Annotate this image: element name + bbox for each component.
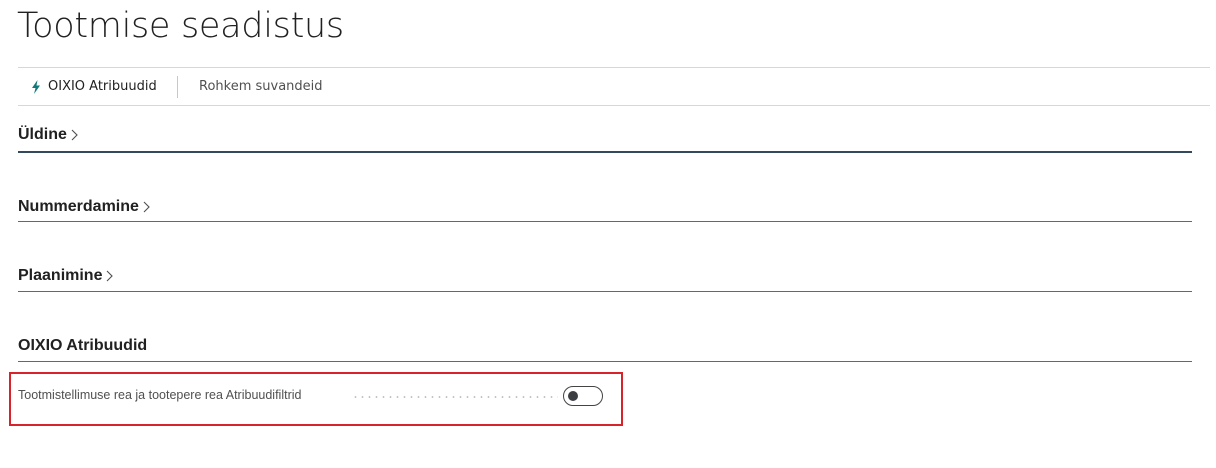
field-label-atribuudifiltrid: Tootmistellimuse rea ja tootepere rea At…	[18, 388, 302, 402]
section-divider	[18, 291, 1192, 292]
oixio-attributes-action[interactable]: OIXIO Atribuudid	[30, 68, 157, 105]
section-header-uldine[interactable]: Üldine	[18, 124, 1192, 146]
atribuudifiltrid-toggle[interactable]	[563, 386, 603, 406]
field-leader-dots	[352, 396, 558, 398]
section-title-oixio: OIXIO Atribuudid	[18, 337, 148, 354]
toggle-knob	[568, 391, 578, 401]
section-divider	[18, 221, 1192, 222]
page: Tootmise seadistus OIXIO Atribuudid Rohk…	[0, 0, 1216, 468]
oixio-attributes-label: OIXIO Atribuudid	[48, 79, 157, 94]
section-header-nummerdamine[interactable]: Nummerdamine	[18, 196, 1192, 218]
chevron-right-icon	[107, 270, 114, 282]
section-plaanimine: Plaanimine	[18, 265, 1192, 292]
lightning-bolt-icon	[32, 79, 40, 94]
section-header-oixio[interactable]: OIXIO Atribuudid	[18, 335, 1192, 357]
section-uldine: Üldine	[18, 124, 1192, 153]
action-bar: OIXIO Atribuudid Rohkem suvandeid	[18, 67, 1210, 106]
section-divider	[18, 361, 1192, 362]
section-oixio-atribuudid: OIXIO Atribuudid	[18, 335, 1192, 362]
field-row-atribuudifiltrid: Tootmistellimuse rea ja tootepere rea At…	[18, 386, 608, 408]
page-title: Tootmise seadistus	[17, 6, 344, 46]
section-title-plaanimine: Plaanimine	[18, 267, 103, 284]
section-divider	[18, 151, 1192, 153]
more-options-action[interactable]: Rohkem suvandeid	[199, 68, 323, 105]
section-nummerdamine: Nummerdamine	[18, 196, 1192, 222]
chevron-right-icon	[143, 201, 150, 213]
section-title-uldine: Üldine	[18, 126, 67, 143]
more-options-label: Rohkem suvandeid	[199, 79, 323, 94]
section-title-nummerdamine: Nummerdamine	[18, 198, 139, 215]
section-header-plaanimine[interactable]: Plaanimine	[18, 265, 1192, 287]
action-separator	[177, 76, 178, 98]
chevron-right-icon	[71, 129, 78, 141]
